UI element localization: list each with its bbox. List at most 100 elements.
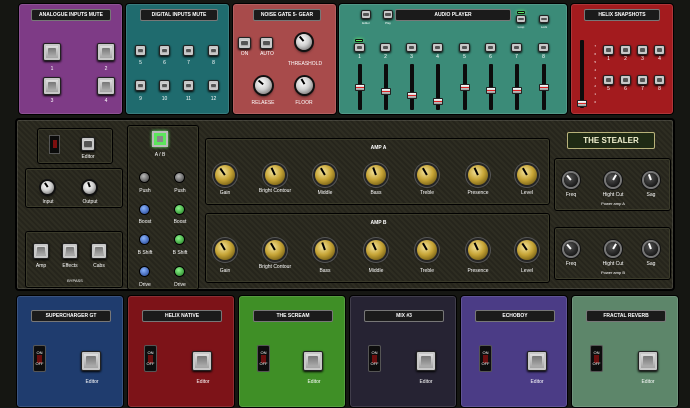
ch7-button[interactable] [511,43,522,52]
plugin-editor-button[interactable] [638,351,658,371]
ch1-fader[interactable] [355,64,365,110]
ch1-button[interactable] [354,43,365,52]
digital-mute-8-button[interactable] [208,45,219,56]
amp-a-level-knob[interactable] [517,165,537,185]
power-b-sag-knob[interactable] [644,242,658,256]
digital-mute-10-button[interactable] [159,80,170,91]
drive-b-led[interactable] [175,267,184,276]
helix-snapshot-fader[interactable] [577,40,587,108]
ch3-button[interactable] [406,43,417,52]
plugin-on-off-switch[interactable]: ON OFF [144,345,157,372]
plugin-on-off-switch[interactable]: ON OFF [590,345,603,372]
digital-mute-9-button[interactable] [135,80,146,91]
digital-mute-11-button[interactable] [183,80,194,91]
snapshot-8-button[interactable] [654,75,665,85]
amp-b-bass-knob[interactable] [315,240,335,260]
amp-b-treble-knob[interactable] [417,240,437,260]
ch5-button[interactable] [459,43,470,52]
ab-switch[interactable] [152,131,168,147]
power-switch[interactable] [49,135,60,154]
power-a-highcut-knob[interactable] [606,173,620,187]
floor-knob[interactable] [296,77,313,94]
ch3-fader-cap[interactable] [407,92,417,99]
analogue-mute-3-button[interactable] [43,77,61,95]
plugin-on-off-switch[interactable]: ON OFF [368,345,381,372]
audio-play-button[interactable] [383,10,393,19]
power-b-freq-knob[interactable] [564,242,578,256]
analogue-mute-1-button[interactable] [43,43,61,61]
amp-b-bright-knob[interactable] [265,240,285,260]
audio-lock-button[interactable] [539,15,549,23]
ch4-fader-cap[interactable] [433,98,443,105]
audio-loop-button[interactable] [516,15,526,23]
amp-b-presence-knob[interactable] [468,240,488,260]
snapshot-2-button[interactable] [620,45,631,55]
plugin-on-off-switch[interactable]: ON OFF [479,345,492,372]
amp-a-bass-knob[interactable] [366,165,386,185]
amp-bypass-button[interactable] [33,243,49,259]
ch1-fader-cap[interactable] [355,84,365,91]
ch4-fader[interactable] [433,64,443,110]
amp-b-level-knob[interactable] [517,240,537,260]
plugin-on-off-switch[interactable]: ON OFF [33,345,46,372]
ch6-fader[interactable] [486,64,496,110]
plugin-editor-button[interactable] [192,351,212,371]
snapshot-1-button[interactable] [603,45,614,55]
boost-b-led[interactable] [175,205,184,214]
plugin-editor-button[interactable] [416,351,436,371]
ch2-button[interactable] [380,43,391,52]
digital-mute-6-button[interactable] [159,45,170,56]
ch5-fader[interactable] [460,64,470,110]
boost-a-led[interactable] [140,205,149,214]
ch3-fader[interactable] [407,64,417,110]
bshift-b-led[interactable] [175,235,184,244]
input-knob[interactable] [41,181,54,194]
snapshot-5-button[interactable] [603,75,614,85]
plugin-editor-button[interactable] [81,351,101,371]
noise-gate-auto-button[interactable] [260,37,273,49]
output-knob[interactable] [83,181,96,194]
ch5-fader-cap[interactable] [460,84,470,91]
snapshot-3-button[interactable] [637,45,648,55]
cabs-bypass-button[interactable] [91,243,107,259]
amp-b-gain-knob[interactable] [215,240,235,260]
effects-bypass-button[interactable] [62,243,78,259]
ch8-fader[interactable] [539,64,549,110]
digital-mute-12-button[interactable] [208,80,219,91]
plugin-editor-button[interactable] [303,351,323,371]
drive-a-led[interactable] [140,267,149,276]
ch2-fader[interactable] [381,64,391,110]
snapshot-4-button[interactable] [654,45,665,55]
ch2-fader-cap[interactable] [381,88,391,95]
noise-gate-on-button[interactable] [238,37,251,49]
helix-snapshot-fader-cap[interactable] [577,100,587,107]
analogue-mute-2-button[interactable] [97,43,115,61]
snapshot-7-button[interactable] [637,75,648,85]
snapshot-6-button[interactable] [620,75,631,85]
analogue-mute-4-button[interactable] [97,77,115,95]
amp-a-bright-knob[interactable] [265,165,285,185]
ch6-button[interactable] [485,43,496,52]
stealer-editor-button[interactable] [81,137,95,151]
power-a-sag-knob[interactable] [644,173,658,187]
ch8-button[interactable] [538,43,549,52]
audio-editor-button[interactable] [361,10,371,19]
amp-a-presence-knob[interactable] [468,165,488,185]
plugin-editor-button[interactable] [527,351,547,371]
power-a-freq-knob[interactable] [564,173,578,187]
bshift-a-led[interactable] [140,235,149,244]
digital-mute-5-button[interactable] [135,45,146,56]
ch6-fader-cap[interactable] [486,87,496,94]
push-b-led[interactable] [175,173,184,182]
ch8-fader-cap[interactable] [539,84,549,91]
amp-a-treble-knob[interactable] [417,165,437,185]
ch4-button[interactable] [432,43,443,52]
plugin-on-off-switch[interactable]: ON OFF [257,345,270,372]
release-knob[interactable] [255,77,272,94]
push-a-led[interactable] [140,173,149,182]
ch7-fader[interactable] [512,64,522,110]
amp-a-middle-knob[interactable] [315,165,335,185]
threshold-knob[interactable] [296,34,312,50]
power-b-highcut-knob[interactable] [606,242,620,256]
amp-b-middle-knob[interactable] [366,240,386,260]
